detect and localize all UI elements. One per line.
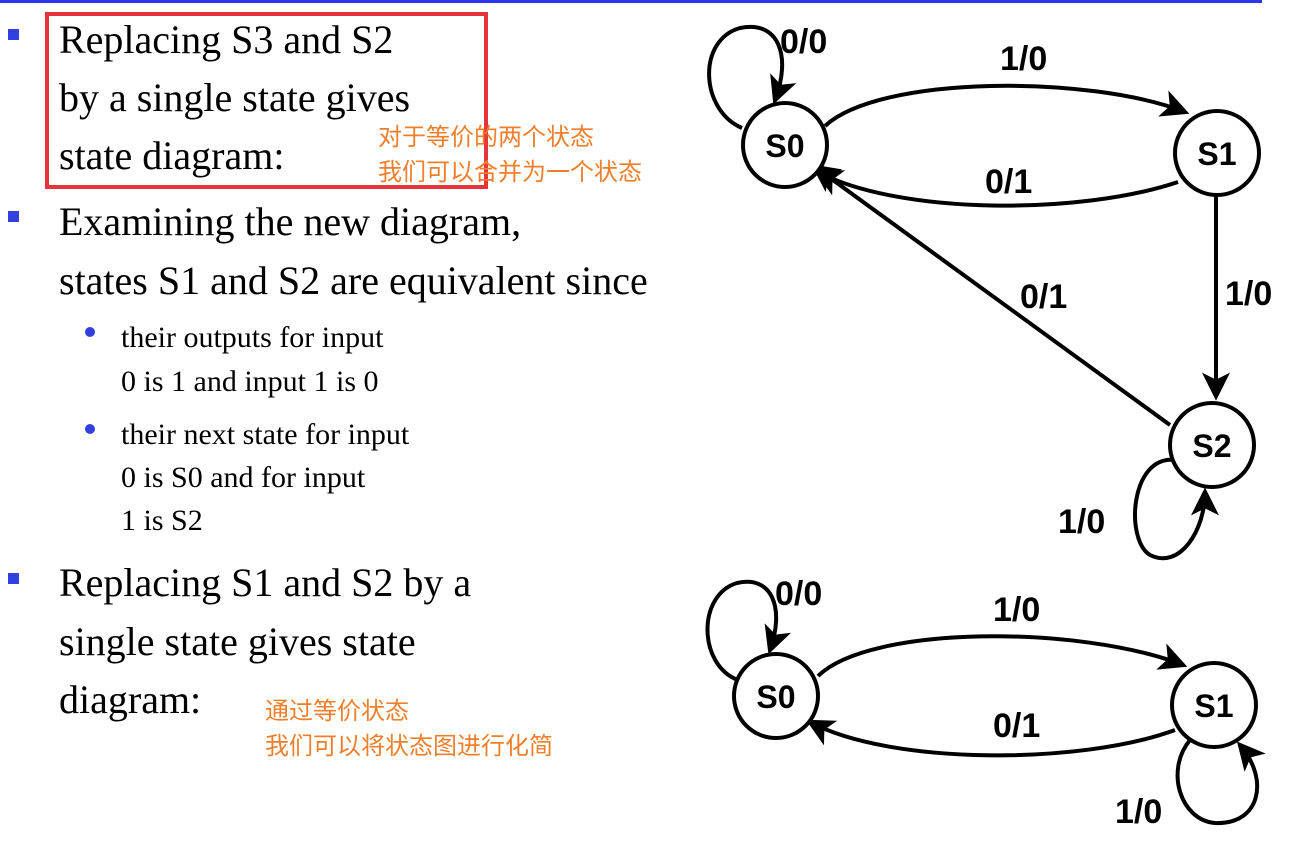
edge-top-s0-self-label: 0/0 [780,23,827,61]
edge-bottom-s1-self-label: 1/0 [1115,793,1162,831]
diagram-bottom-labels: S0 S1 0/0 1/0 0/1 1/0 [756,575,1233,831]
edge-bottom-s0-self-label: 0/0 [775,575,822,613]
edge-top-s1-to-s2-label: 1/0 [1225,275,1272,313]
edge-top-s0-to-s1 [823,83,1190,128]
edge-top-s1-to-s0-label: 0/1 [985,163,1032,201]
node-bottom-s1-label: S1 [1194,688,1233,724]
edge-top-s0-to-s1-label: 1/0 [1000,40,1047,78]
edge-bottom-s0-to-s1 [816,634,1188,678]
edge-bottom-s1-to-s0-label: 0/1 [993,707,1040,745]
node-top-s0-label: S0 [765,128,804,164]
edge-top-s2-self-label: 1/0 [1058,503,1105,541]
node-bottom-s0-label: S0 [756,679,795,715]
state-diagrams: S0 S1 S2 0/0 1/0 0/1 1/0 0/1 1/0 S0 S1 0… [705,23,1272,831]
edge-bottom-s1-self [1175,738,1266,826]
node-top-s2-label: S2 [1192,428,1231,464]
edge-top-s2-to-s0-label: 0/1 [1020,278,1067,316]
diagram-top [707,24,1261,561]
edge-bottom-s0-to-s1-label: 1/0 [993,591,1040,629]
node-top-s1-label: S1 [1197,136,1236,172]
diagram-top-labels: S0 S1 S2 0/0 1/0 0/1 1/0 0/1 1/0 [765,23,1272,541]
